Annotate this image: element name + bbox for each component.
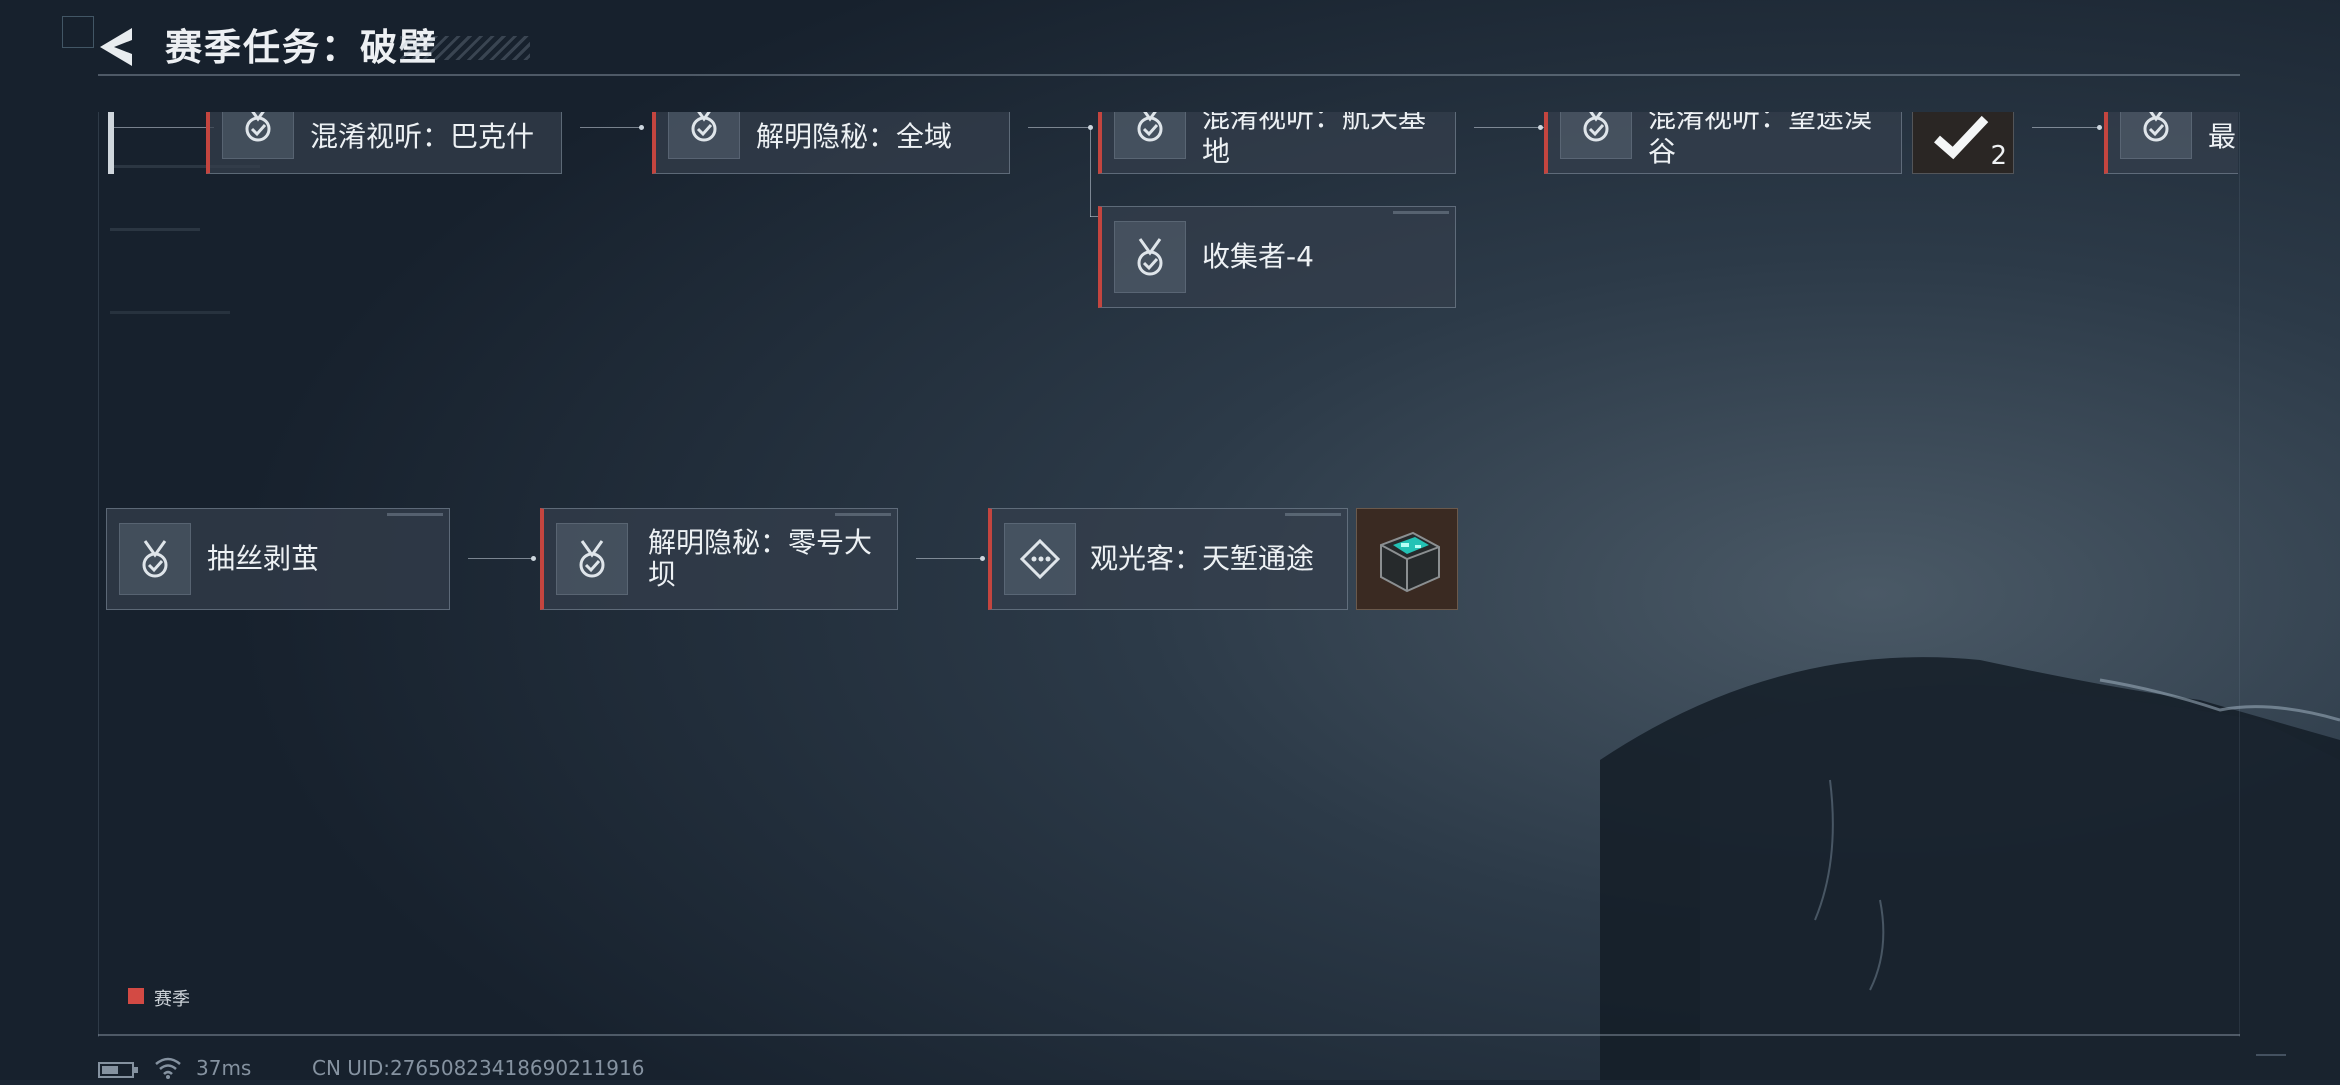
node-tick bbox=[387, 513, 443, 516]
connector bbox=[916, 558, 984, 559]
task-node[interactable]: 抽丝剥茧 bbox=[106, 508, 450, 610]
uid-text: CN UID:276508234186902119​16 bbox=[312, 1056, 645, 1080]
node-tick bbox=[835, 513, 891, 516]
title-decoration bbox=[400, 36, 530, 60]
latency-text: 37ms bbox=[196, 1056, 252, 1080]
header: 赛季任务：破壁 bbox=[0, 0, 2340, 80]
task-tree-bottom: 抽丝剥茧 解明隐秘：零号大 坝 观光客：天堑通途 bbox=[0, 0, 2340, 1080]
back-button[interactable] bbox=[92, 22, 152, 78]
task-label: 解明隐秘：零号大 坝 bbox=[648, 526, 873, 591]
medal-check-icon bbox=[119, 523, 191, 595]
task-label: 观光客：天堑通途 bbox=[1090, 542, 1315, 575]
page-title: 赛季任务：破壁 bbox=[165, 26, 438, 69]
frame-corner bbox=[2256, 1040, 2286, 1056]
connector-dot bbox=[531, 556, 536, 561]
battery-icon bbox=[98, 1060, 140, 1084]
connector bbox=[468, 558, 534, 559]
node-tick bbox=[1285, 513, 1341, 516]
legend-swatch bbox=[128, 988, 144, 1004]
diamond-dots-icon bbox=[1004, 523, 1076, 595]
task-label: 抽丝剥茧 bbox=[207, 542, 320, 575]
supply-crate-icon bbox=[1380, 531, 1440, 593]
medal-check-icon bbox=[556, 523, 628, 595]
chevron-left-icon bbox=[100, 28, 132, 66]
frame-corner bbox=[62, 16, 94, 48]
wifi-icon bbox=[154, 1056, 182, 1085]
task-node[interactable]: 解明隐秘：零号大 坝 bbox=[540, 508, 898, 610]
reward-item[interactable] bbox=[1356, 508, 1458, 610]
header-divider bbox=[98, 74, 2240, 76]
connector-dot bbox=[980, 556, 985, 561]
legend-label: 赛季 bbox=[154, 989, 190, 1010]
task-node[interactable]: 观光客：天堑通途 bbox=[988, 508, 1348, 610]
footer-divider bbox=[98, 1034, 2240, 1036]
